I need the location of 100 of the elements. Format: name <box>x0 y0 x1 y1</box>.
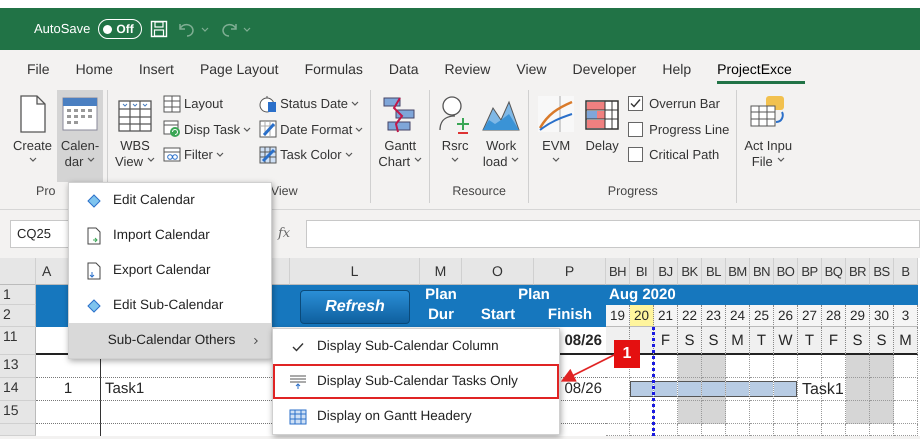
ribbon-tab[interactable]: Help <box>649 54 704 84</box>
ribbon-button[interactable]: Filter <box>160 143 254 166</box>
menu-item[interactable]: Sub-Calendar Others <box>69 323 271 358</box>
day-number: 20 <box>630 305 654 327</box>
column-header[interactable]: M <box>420 258 462 285</box>
weekday-label: F <box>654 327 678 355</box>
column-header[interactable] <box>272 258 290 285</box>
line-chart-icon <box>536 94 576 134</box>
ribbon-button[interactable]: Rsrc <box>434 90 476 182</box>
ribbon-button[interactable]: Layout <box>160 92 254 116</box>
column-header[interactable]: BO <box>774 258 798 285</box>
column-header[interactable]: BP <box>798 258 822 285</box>
ribbon-button[interactable]: Act Inpu File <box>741 90 796 182</box>
ribbon-button[interactable]: Work load <box>478 90 524 182</box>
row-number: 11 <box>0 327 36 355</box>
gantt-cell <box>606 424 630 436</box>
weekday-label: S <box>870 327 894 355</box>
calendar-edit-icon <box>259 120 278 138</box>
checkbox[interactable] <box>628 96 644 112</box>
select-all-corner[interactable] <box>0 258 36 285</box>
ribbon-button[interactable]: Date Format <box>256 118 366 141</box>
ribbon-button[interactable]: Delay <box>581 90 624 182</box>
ribbon-tab[interactable]: File <box>14 54 63 84</box>
ribbon-button[interactable]: Gantt Chart <box>375 90 426 182</box>
row-header[interactable] <box>0 424 36 436</box>
refresh-button[interactable]: Refresh <box>300 290 410 324</box>
ribbon-tab[interactable]: Home <box>62 54 126 84</box>
ribbon-tab[interactable]: Review <box>432 54 504 84</box>
row-number: 2 <box>0 305 36 327</box>
ribbon-tab[interactable]: Page Layout <box>186 54 292 84</box>
ribbon-tab[interactable]: ProjectExce <box>704 54 805 84</box>
weekday-label: T <box>750 327 774 355</box>
month-label: Aug 2020 <box>606 285 918 305</box>
menu-item[interactable]: Import Calendar <box>69 218 271 253</box>
gantt-cell <box>798 401 822 424</box>
row-number: 15 <box>0 401 36 424</box>
ribbon-tab[interactable]: Insert <box>126 54 187 84</box>
column-header[interactable]: BI <box>630 258 654 285</box>
column-title: Dur <box>427 305 455 325</box>
weekday-label: M <box>894 327 918 355</box>
menu-item[interactable]: Display on Gantt Headery <box>273 399 559 434</box>
function-label: fx <box>278 225 292 244</box>
column-header[interactable]: B <box>894 258 918 285</box>
column-header[interactable]: BL <box>702 258 726 285</box>
column-header[interactable]: BR <box>846 258 870 285</box>
gantt-cell <box>798 424 822 436</box>
gantt-cell <box>630 401 654 424</box>
ribbon-button[interactable]: Create <box>10 90 56 182</box>
gantt-cell <box>726 424 750 436</box>
weekday-label: S <box>846 327 870 355</box>
ribbon-tab[interactable]: Formulas <box>292 54 376 84</box>
column-header[interactable]: O <box>462 258 534 285</box>
color-grid-icon <box>259 146 278 164</box>
stopwatch-icon <box>259 94 278 113</box>
checkbox-label: Overrun Bar <box>649 95 720 113</box>
ribbon-tab[interactable]: View <box>503 54 560 84</box>
ribbon-button[interactable]: Calen- dar <box>57 90 104 182</box>
menu-item[interactable]: Edit Sub-Calendar <box>69 288 271 323</box>
column-header[interactable]: BM <box>726 258 750 285</box>
day-number: 28 <box>822 305 846 327</box>
formula-input[interactable] <box>306 220 920 248</box>
document-arrow-icon <box>86 262 102 280</box>
bar-label: Task1 <box>801 380 845 400</box>
column-header[interactable]: L <box>290 258 420 285</box>
name-box[interactable]: CQ25 <box>10 220 70 248</box>
ribbon-button[interactable]: EVM <box>533 90 580 182</box>
menu-item[interactable]: Export Calendar <box>69 253 271 288</box>
column-header[interactable]: P <box>534 258 606 285</box>
ribbon-button[interactable]: WBS View <box>112 90 158 182</box>
column-header[interactable]: BQ <box>822 258 846 285</box>
day-number: 27 <box>798 305 822 327</box>
column-header[interactable]: BK <box>678 258 702 285</box>
weekday-label: F <box>822 327 846 355</box>
layout-grid-icon <box>162 94 181 113</box>
row-number: 1 <box>0 285 36 305</box>
column-header[interactable]: BS <box>870 258 894 285</box>
autosave-toggle[interactable]: Off <box>98 19 142 39</box>
menu-item[interactable]: Edit Calendar <box>69 183 271 218</box>
column-header[interactable]: BJ <box>654 258 678 285</box>
day-number: 26 <box>774 305 798 327</box>
checkbox[interactable] <box>628 122 644 137</box>
day-number: 22 <box>678 305 702 327</box>
day-number: 25 <box>750 305 774 327</box>
weekday-label: M <box>726 327 750 355</box>
autosave-label: AutoSave <box>34 20 90 38</box>
ribbon-button[interactable]: Status Date <box>256 92 366 116</box>
table-grid-icon <box>289 408 307 424</box>
table-grid-icon <box>117 98 153 134</box>
ribbon-button[interactable]: Task Color <box>256 143 366 166</box>
ribbon-button[interactable]: Disp Task <box>160 118 254 141</box>
column-header[interactable]: BH <box>606 258 630 285</box>
group-label: Progress <box>608 184 658 198</box>
checkbox[interactable] <box>628 147 644 162</box>
gantt-cell <box>630 424 654 436</box>
day-number: 21 <box>654 305 678 327</box>
ribbon-tab[interactable]: Developer <box>560 54 650 84</box>
row-number: 13 <box>0 355 36 378</box>
ribbon-tab[interactable]: Data <box>376 54 432 84</box>
callout-badge: 1 <box>614 340 640 368</box>
column-header[interactable]: BN <box>750 258 774 285</box>
